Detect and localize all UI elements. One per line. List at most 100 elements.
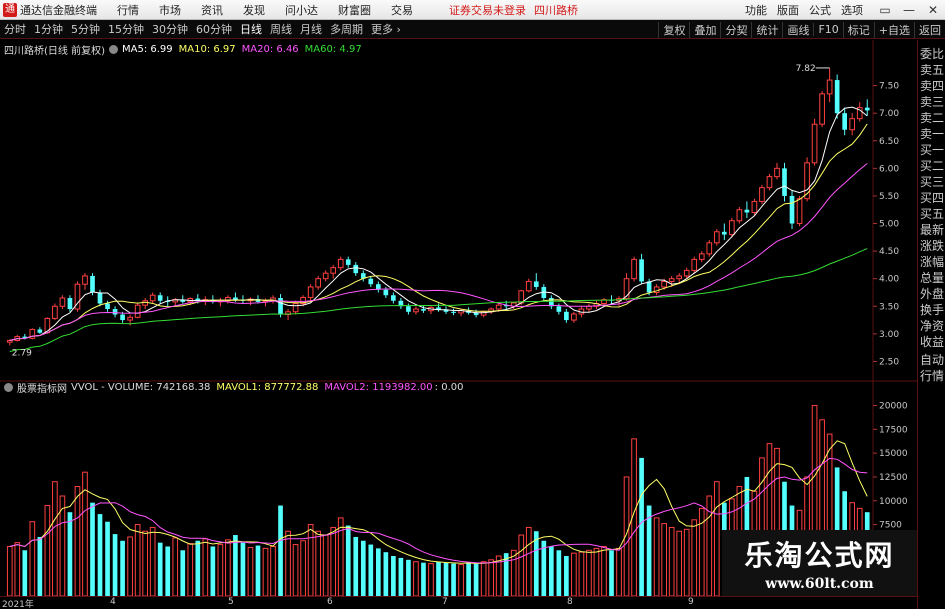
side-quotes[interactable]: 行情 — [918, 368, 945, 384]
menu-discover[interactable]: 发现 — [243, 2, 265, 18]
menu-market[interactable]: 市场 — [159, 2, 181, 18]
volume-bar-down — [383, 552, 389, 596]
ma10-value: MA10: 6.97 — [178, 43, 236, 55]
tool-adjust[interactable]: 复权 — [658, 21, 689, 38]
high-price-annotation: 7.82 — [796, 64, 816, 74]
volume-bar-down — [105, 521, 110, 596]
candle-down — [97, 292, 103, 304]
minimize-icon[interactable]: — — [897, 3, 921, 17]
candle-up — [706, 242, 713, 255]
volume-bar-up — [571, 552, 577, 596]
side-buy2[interactable]: 买二 — [918, 158, 945, 174]
period-intraday[interactable]: 分时 — [0, 21, 30, 37]
period-multi[interactable]: 多周期 — [326, 21, 367, 37]
candle-up — [413, 308, 419, 313]
candle-down — [533, 281, 539, 287]
restore-icon[interactable]: ▭ — [873, 3, 897, 17]
volume-bar-up — [488, 559, 494, 596]
date-axis: 2021年 4 5 6 7 8 9 — [0, 596, 917, 609]
period-15min[interactable]: 15分钟 — [104, 21, 148, 37]
candle-up — [337, 258, 344, 269]
period-more[interactable]: 更多 › — [367, 21, 405, 37]
tool-stats[interactable]: 统计 — [751, 21, 782, 38]
tool-mark[interactable]: 标记 — [842, 21, 874, 38]
volume-bar-down — [233, 535, 238, 596]
side-buy1[interactable]: 买一 — [918, 142, 945, 158]
period-30min[interactable]: 30分钟 — [148, 21, 192, 37]
mavol2-value: MAVOL2: 1193982.00 — [324, 381, 433, 393]
side-turnover[interactable]: 换手 — [918, 302, 945, 318]
period-monthly[interactable]: 月线 — [296, 21, 326, 37]
volume-bar-up — [52, 481, 58, 596]
menu-ask[interactable]: 问小达 — [285, 2, 318, 18]
side-buy4[interactable]: 买四 — [918, 190, 945, 206]
candlestick-series — [6, 67, 870, 346]
menu-wealth[interactable]: 财富圈 — [338, 2, 371, 18]
side-earnings[interactable]: 收益 — [918, 334, 945, 350]
layout-button[interactable]: 版面 — [777, 2, 799, 18]
period-1min[interactable]: 1分钟 — [30, 21, 67, 37]
tool-f10[interactable]: F10 — [813, 23, 842, 36]
volume-tick-label: 20000 — [879, 402, 908, 412]
kline-chart[interactable]: 7.50 7.00 6.50 6.00 5.50 5.00 4.50 4.00 3.50 3.00… — [0, 40, 917, 596]
volume-bar-up — [225, 539, 231, 596]
candle-down — [639, 259, 644, 282]
settings-dot-icon[interactable] — [108, 44, 118, 54]
watermark-title: 乐淘公式网 — [744, 539, 895, 572]
volume-bar-up — [586, 549, 592, 596]
period-daily[interactable]: 日线 — [236, 21, 266, 37]
chart-tools: 复权 叠加 分契 统计 画线 F10 标记 +自选 返回 — [658, 20, 945, 39]
volume-bar-up — [14, 542, 21, 596]
tool-draw[interactable]: 画线 — [782, 21, 813, 38]
side-sell1[interactable]: 卖一 — [918, 126, 945, 142]
menu-quotes[interactable]: 行情 — [117, 2, 139, 18]
options-button[interactable]: 选项 — [841, 2, 863, 18]
candle-down — [864, 107, 870, 111]
side-change[interactable]: 涨跌 — [918, 238, 945, 254]
candle-up — [729, 220, 735, 236]
tool-back[interactable]: 返回 — [914, 21, 945, 38]
volume-bar-up — [149, 526, 156, 596]
period-60min[interactable]: 60分钟 — [192, 21, 236, 37]
volume-bar-down — [391, 556, 396, 596]
volume-bar-up — [653, 517, 660, 596]
side-change-pct[interactable]: 涨幅 — [918, 254, 945, 270]
indicator-settings-icon[interactable] — [4, 382, 13, 392]
side-net-assets[interactable]: 净资 — [918, 318, 945, 334]
candle-up — [134, 304, 141, 318]
formula-button[interactable]: 公式 — [809, 2, 831, 18]
date-label-jun: 6 — [327, 597, 333, 607]
period-5min[interactable]: 5分钟 — [67, 21, 104, 37]
side-sell2[interactable]: 卖二 — [918, 110, 945, 126]
candle-down — [67, 298, 73, 310]
volume-bar-up — [428, 563, 434, 596]
volume-bar-down — [421, 562, 426, 596]
side-buy3[interactable]: 买三 — [918, 174, 945, 190]
period-weekly[interactable]: 周线 — [266, 21, 296, 37]
side-outer-volume[interactable]: 外盘 — [918, 286, 945, 302]
menu-trade[interactable]: 交易 — [391, 2, 413, 18]
candle-down — [278, 298, 283, 315]
side-sell3[interactable]: 卖三 — [918, 94, 945, 110]
tool-split[interactable]: 分契 — [720, 21, 751, 38]
volume-value: VVOL - VOLUME: 742168.38 — [71, 381, 211, 393]
menu-news[interactable]: 资讯 — [201, 2, 223, 18]
volume-bar-up — [578, 551, 585, 596]
candle-down — [368, 278, 374, 285]
login-status[interactable]: 证券交易未登录 — [449, 2, 526, 18]
side-buy5[interactable]: 买五 — [918, 206, 945, 222]
volume-bar-up — [262, 547, 269, 596]
side-latest[interactable]: 最新 — [918, 222, 945, 238]
tool-overlay[interactable]: 叠加 — [689, 21, 720, 38]
close-icon[interactable]: ✕ — [921, 3, 945, 17]
volume-bar-up — [713, 481, 720, 596]
side-wei-bi[interactable]: 委比 — [918, 46, 945, 62]
side-sell5[interactable]: 卖五 — [918, 62, 945, 78]
function-button[interactable]: 功能 — [745, 2, 767, 18]
side-auto[interactable]: 自动 — [918, 352, 945, 368]
side-sell4[interactable]: 卖四 — [918, 78, 945, 94]
volume-tick-label: 15000 — [879, 449, 908, 459]
side-total-volume[interactable]: 总量 — [918, 270, 945, 286]
tool-add-favorite[interactable]: +自选 — [873, 21, 914, 38]
volume-bar-down — [210, 546, 216, 596]
